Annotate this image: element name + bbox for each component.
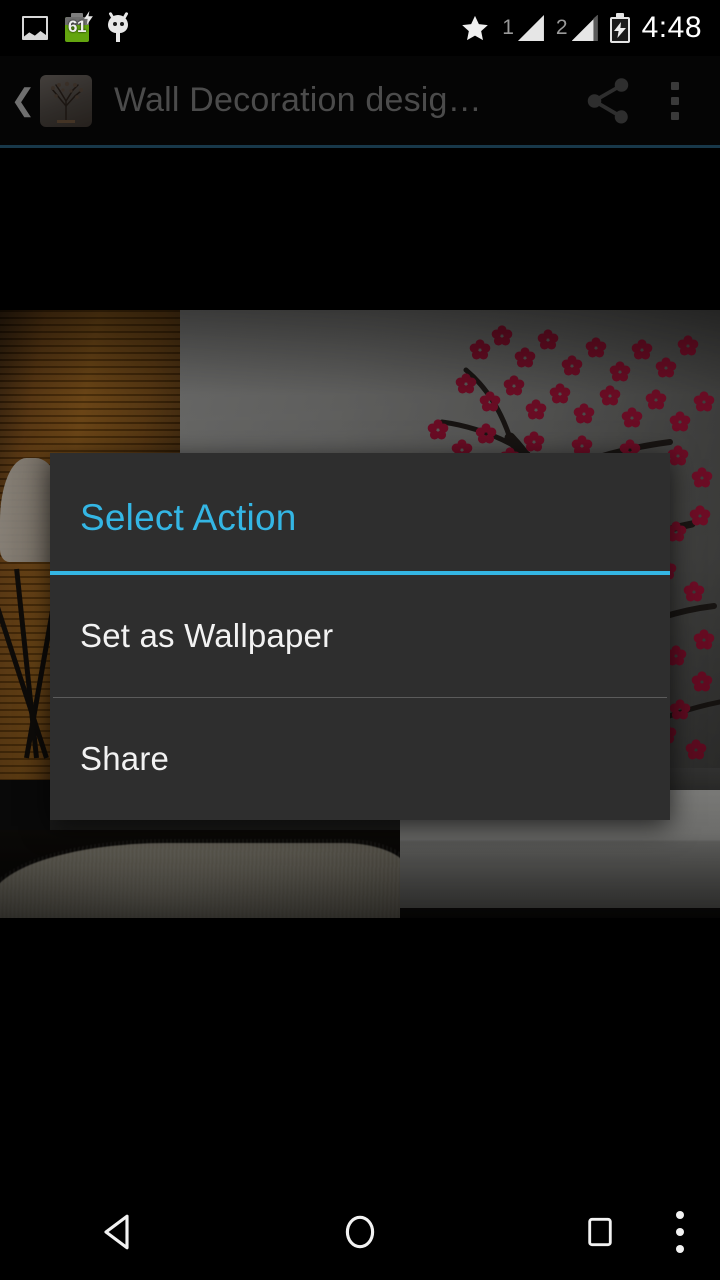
menu-button[interactable]	[676, 1211, 684, 1253]
dialog-item-set-as-wallpaper[interactable]: Set as Wallpaper	[50, 575, 670, 697]
dialog-title: Select Action	[80, 497, 297, 538]
nav-menu-dot-1	[676, 1211, 684, 1219]
battery-percent-icon: 61	[62, 11, 93, 43]
home-circle-icon	[345, 1215, 375, 1249]
back-triangle-icon	[104, 1214, 129, 1250]
nav-menu-dot-2	[676, 1228, 684, 1236]
recents-button[interactable]	[480, 1184, 720, 1280]
recents-square-icon	[588, 1217, 612, 1247]
select-action-dialog: Select Action Set as Wallpaper Share	[50, 453, 670, 820]
charging-bolt-icon	[84, 11, 93, 25]
home-button[interactable]	[240, 1184, 480, 1280]
back-button[interactable]	[0, 1184, 240, 1280]
phone-screen: 61 1 2 4:48 ❮ Wall Decoration desig… Sel…	[0, 0, 720, 1280]
nav-menu-dot-3	[676, 1245, 684, 1253]
dialog-item-share[interactable]: Share	[50, 698, 670, 820]
navigation-bar	[0, 1184, 720, 1280]
